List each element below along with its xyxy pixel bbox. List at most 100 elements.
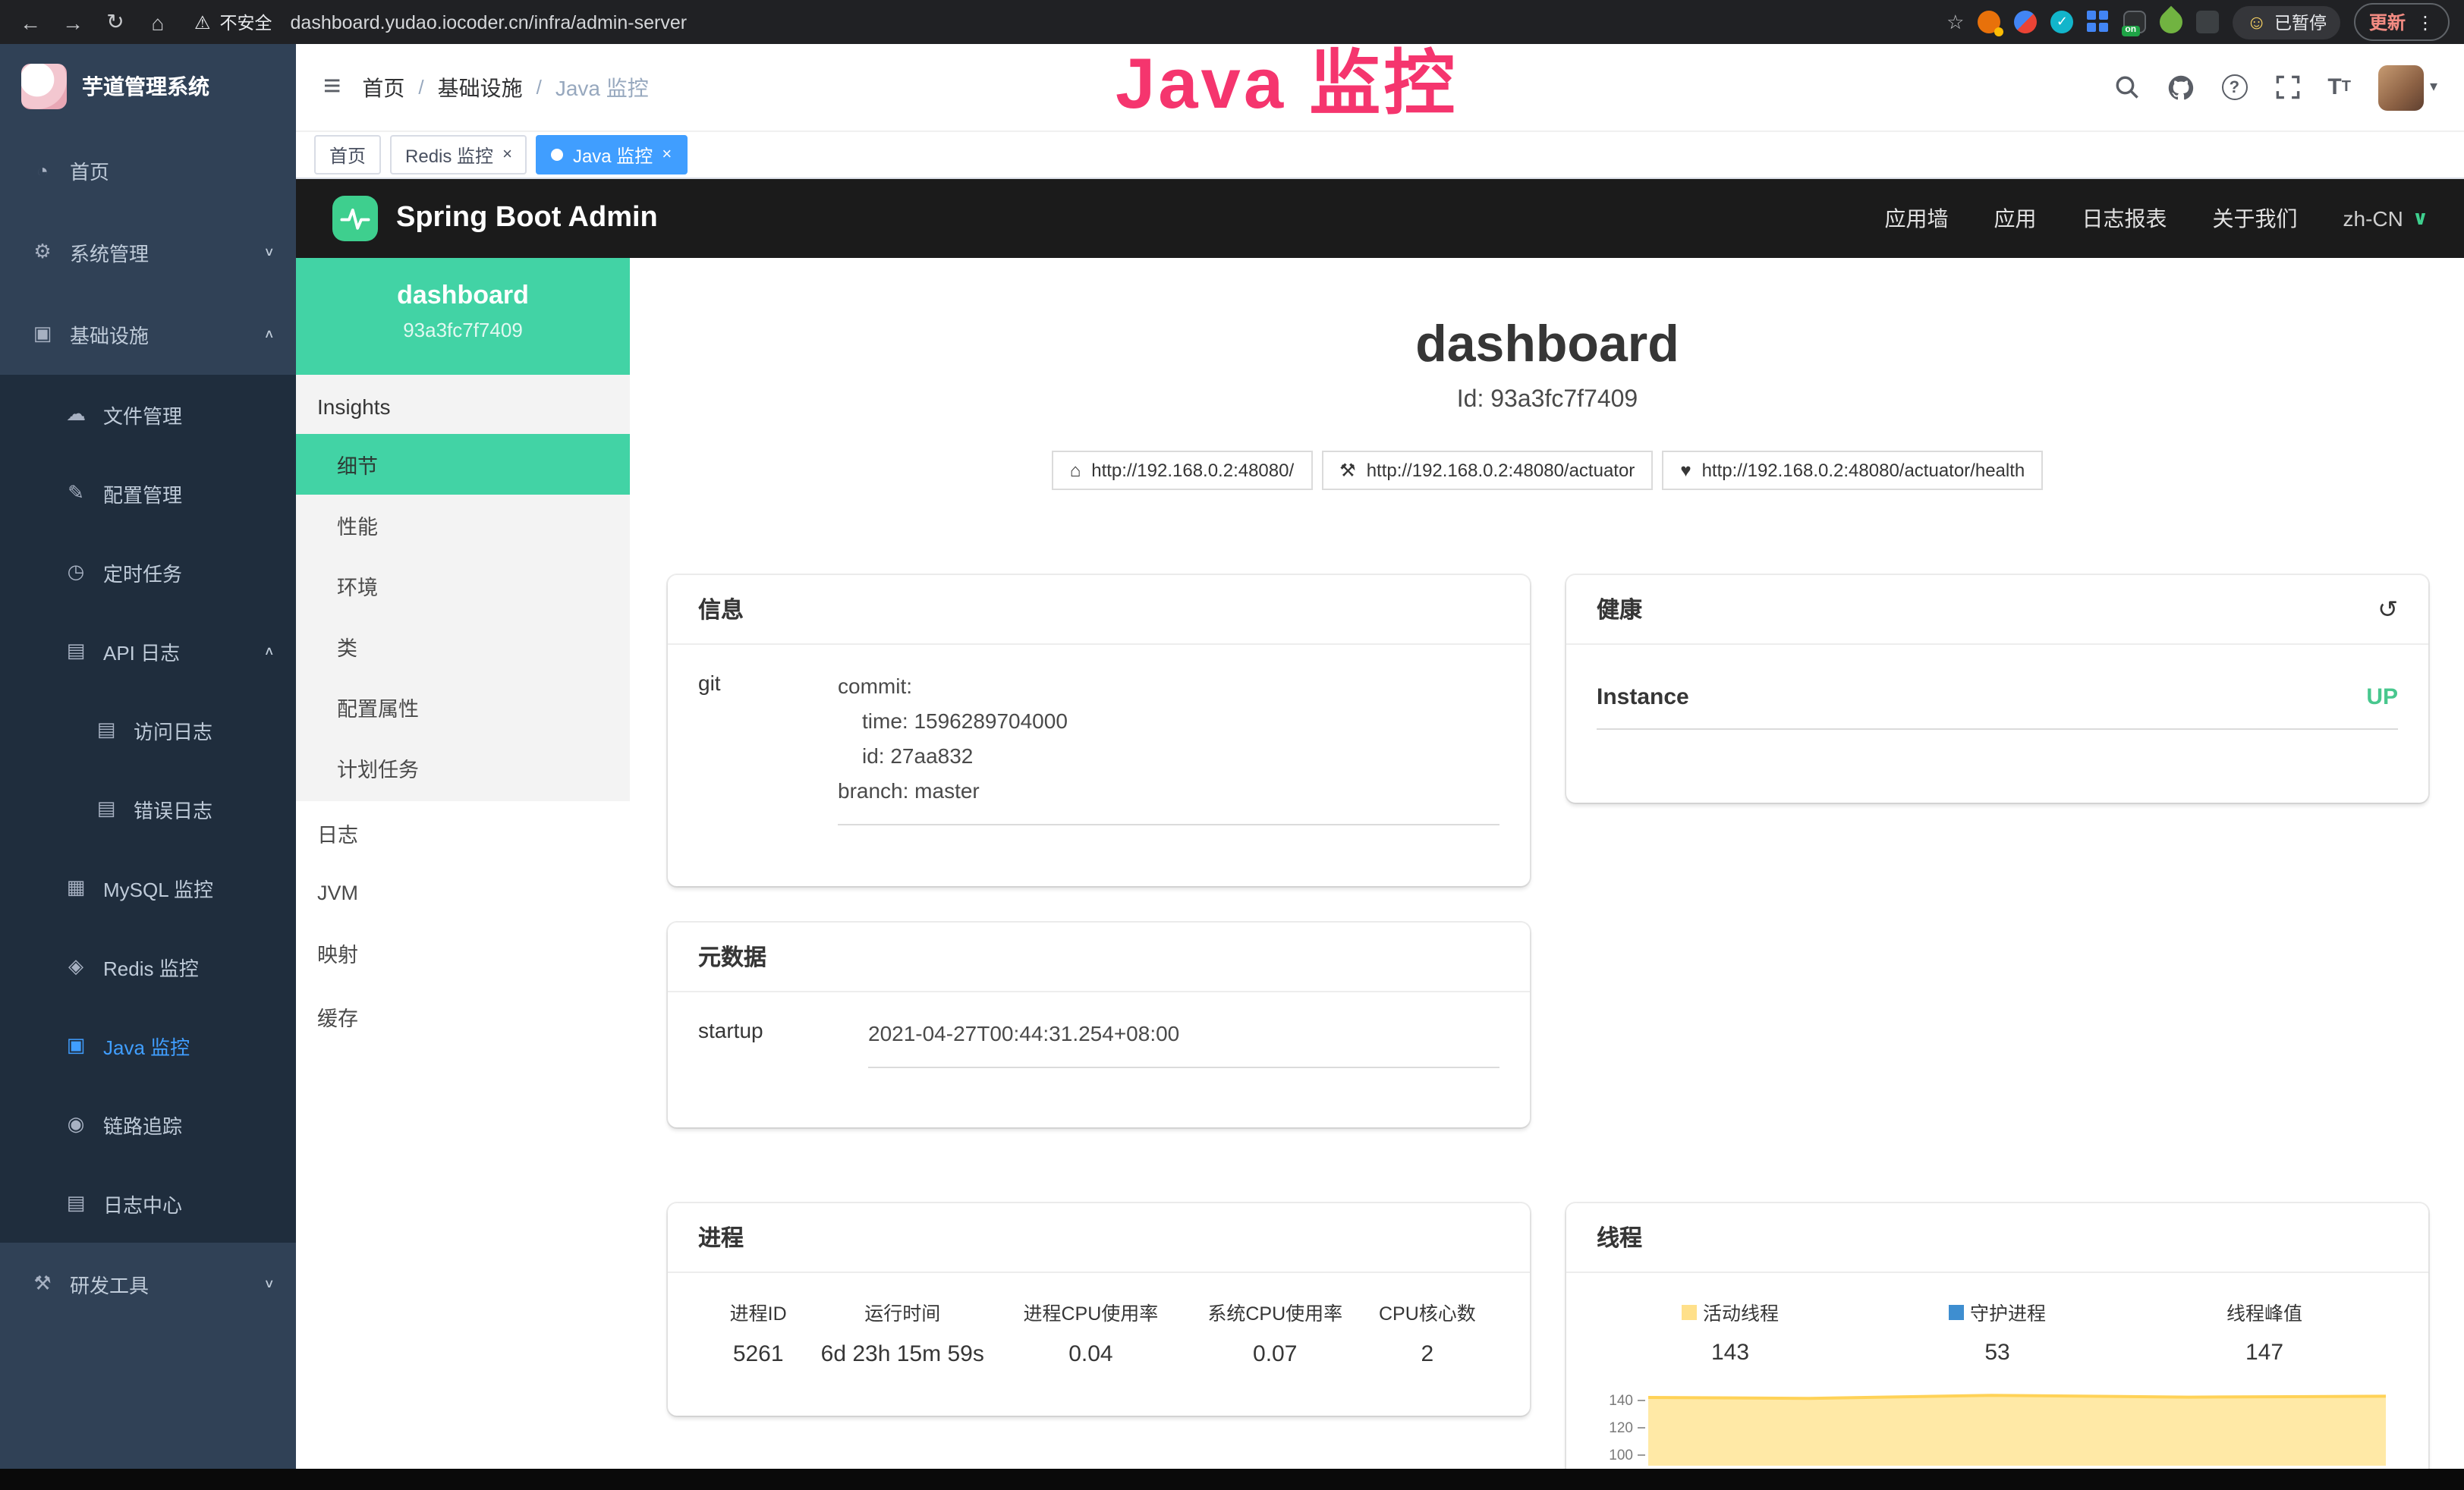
sidebar-label: 文件管理 — [103, 400, 182, 429]
sidebar-label: 系统管理 — [70, 237, 149, 266]
service-url-link[interactable]: ⌂ http://192.168.0.2:48080/ — [1052, 451, 1312, 490]
sidebar-label: 配置管理 — [103, 479, 182, 508]
extension-icon[interactable] — [2155, 6, 2187, 38]
sidebar-item-config[interactable]: ✎ 配置管理 — [0, 454, 296, 533]
sidebar-item-log-center[interactable]: ▤ 日志中心 — [0, 1164, 296, 1243]
insights-group: Insights 细节 性能 环境 类 配置属性 计划任务 — [296, 375, 630, 801]
sidebar-item-infra[interactable]: ▣ 基础设施 ∧ — [0, 293, 296, 375]
sidebar-item-redis[interactable]: ◈ Redis 监控 — [0, 927, 296, 1006]
uptime-value: 6d 23h 15m 59s — [818, 1341, 987, 1367]
document-icon: ▤ — [94, 797, 118, 821]
wrench-icon: ⚒ — [1339, 460, 1356, 481]
app-logo[interactable]: 芋道管理系统 — [0, 44, 296, 129]
extension-icon[interactable] — [2087, 11, 2110, 33]
sba-nav-about[interactable]: 关于我们 — [2213, 203, 2298, 234]
fullscreen-icon[interactable] — [2274, 74, 2300, 100]
cpu-cores-value: 2 — [1355, 1341, 1499, 1367]
breadcrumb-home[interactable]: 首页 — [362, 72, 404, 102]
sba-item-config-props[interactable]: 配置属性 — [296, 677, 630, 737]
sba-item-jvm[interactable]: JVM — [296, 865, 630, 921]
link-label: http://192.168.0.2:48080/actuator/health — [1702, 460, 2025, 481]
language-selector[interactable]: zh-CN ∨ — [2343, 206, 2428, 231]
health-url-link[interactable]: ♥ http://192.168.0.2:48080/actuator/heal… — [1662, 451, 2043, 490]
annotation-java-monitor: Java 监控 — [1116, 24, 1458, 129]
sidebar-label: 日志中心 — [103, 1189, 182, 1218]
sidebar-item-error-log[interactable]: ▤ 错误日志 — [0, 769, 296, 848]
sba-item-caches[interactable]: 缓存 — [296, 985, 630, 1048]
tab-home[interactable]: 首页 — [314, 135, 381, 174]
tools-icon: ⚒ — [30, 1272, 55, 1296]
extension-icon[interactable]: ✓ — [2050, 11, 2073, 33]
reload-icon[interactable]: ↻ — [100, 9, 131, 35]
sidebar-item-system[interactable]: ⚙ 系统管理 ∨ — [0, 211, 296, 293]
actuator-url-link[interactable]: ⚒ http://192.168.0.2:48080/actuator — [1321, 451, 1653, 490]
threads-card-title: 线程 — [1566, 1203, 2428, 1273]
close-icon[interactable]: × — [502, 146, 512, 163]
info-key: git — [698, 669, 838, 825]
update-button[interactable]: 更新 ⋮ — [2354, 3, 2450, 41]
process-table-header: 进程ID 运行时间 进程CPU使用率 系统CPU使用率 CPU核心数 — [698, 1297, 1499, 1326]
bookmark-star-icon[interactable]: ☆ — [1946, 10, 1964, 34]
extension-icon[interactable] — [1978, 11, 2000, 33]
sidebar-label: 链路追踪 — [103, 1110, 182, 1139]
breadcrumb-infra[interactable]: 基础设施 — [438, 72, 523, 102]
process-card: 进程 进程ID 运行时间 进程CPU使用率 系统CPU使用率 CPU核心数 52… — [668, 1203, 1530, 1416]
user-menu[interactable]: ▾ — [2378, 64, 2437, 110]
search-icon[interactable] — [2113, 74, 2139, 100]
address-url[interactable]: dashboard.yudao.iocoder.cn/infra/admin-s… — [291, 11, 688, 33]
github-icon[interactable] — [2167, 74, 2194, 101]
tab-redis-monitor[interactable]: Redis 监控 × — [390, 135, 527, 174]
sidebar-item-api-log[interactable]: ▤ API 日志 ∧ — [0, 611, 296, 690]
forward-icon[interactable]: → — [58, 10, 88, 34]
history-icon[interactable]: ↺ — [2377, 594, 2398, 624]
legend-label: 守护进程 — [1970, 1297, 2046, 1326]
extension-icon[interactable] — [2196, 11, 2219, 33]
sidebar-label: 首页 — [70, 156, 109, 184]
instance-title-block: dashboard Id: 93a3fc7f7409 — [630, 258, 2464, 414]
font-size-icon[interactable]: TT — [2327, 74, 2351, 100]
sba-item-logs[interactable]: 日志 — [296, 801, 630, 865]
menu-dots-icon[interactable]: ⋮ — [2416, 11, 2434, 33]
health-card: 健康 ↺ Instance UP — [1566, 575, 2428, 803]
sba-brand[interactable]: Spring Boot Admin — [332, 196, 658, 241]
header-actions: ? TT ▾ — [2113, 64, 2464, 110]
sba-nav-applications[interactable]: 应用 — [1994, 203, 2037, 234]
sba-item-metrics[interactable]: 性能 — [296, 495, 630, 555]
close-icon[interactable]: × — [662, 146, 672, 163]
instance-header[interactable]: dashboard 93a3fc7f7409 — [296, 258, 630, 375]
sba-item-environment[interactable]: 环境 — [296, 555, 630, 616]
sba-item-classes[interactable]: 类 — [296, 616, 630, 677]
heart-icon: ♥ — [1680, 460, 1691, 481]
help-icon[interactable]: ? — [2221, 74, 2247, 100]
sidebar-label: 基础设施 — [70, 319, 149, 348]
health-card-title: 健康 — [1597, 593, 1642, 625]
back-icon[interactable]: ← — [15, 10, 46, 34]
sba-nav-wallboard[interactable]: 应用墙 — [1885, 203, 1949, 234]
sba-item-mappings[interactable]: 映射 — [296, 921, 630, 985]
active-dot — [552, 149, 564, 161]
sidebar-item-tracing[interactable]: ◉ 链路追踪 — [0, 1085, 296, 1164]
sba-nav-journal[interactable]: 日志报表 — [2082, 203, 2167, 234]
tab-java-monitor[interactable]: Java 监控 × — [537, 135, 687, 174]
sidebar-item-mysql[interactable]: ▦ MySQL 监控 — [0, 848, 296, 927]
sidebar-item-dev-tools[interactable]: ⚒ 研发工具 ∨ — [0, 1243, 296, 1325]
home-icon[interactable]: ⌂ — [143, 10, 173, 34]
sba-item-details[interactable]: 细节 — [296, 434, 630, 495]
extension-icon[interactable]: on — [2123, 11, 2146, 33]
sidebar-item-access-log[interactable]: ▤ 访问日志 — [0, 690, 296, 769]
security-chip[interactable]: ⚠ 不安全 — [194, 10, 272, 34]
daemon-threads-value: 53 — [1864, 1340, 2131, 1366]
sidebar-item-java-monitor[interactable]: ▣ Java 监控 — [0, 1006, 296, 1085]
sidebar-item-files[interactable]: ☁ 文件管理 — [0, 375, 296, 454]
toolbar-right: ☆ ✓ on ☺ 已暂停 更新 ⋮ — [1946, 3, 2450, 41]
sidebar-item-home[interactable]: ◔ 首页 — [0, 129, 296, 211]
breadcrumb-separator: / — [537, 76, 542, 99]
paused-chip[interactable]: ☺ 已暂停 — [2233, 5, 2340, 39]
sba-item-scheduled-tasks[interactable]: 计划任务 — [296, 737, 630, 798]
hamburger-icon[interactable]: ≡ — [296, 70, 362, 105]
sidebar-item-jobs[interactable]: ◷ 定时任务 — [0, 533, 296, 611]
admin-sidebar: 芋道管理系统 ◔ 首页 ⚙ 系统管理 ∨ ▣ 基础设施 ∧ ☁ 文件管理 ✎ 配… — [0, 44, 296, 1469]
extension-icon[interactable] — [2014, 11, 2037, 33]
chevron-down-icon: ∨ — [263, 245, 275, 259]
health-row[interactable]: Instance UP — [1597, 669, 2398, 730]
